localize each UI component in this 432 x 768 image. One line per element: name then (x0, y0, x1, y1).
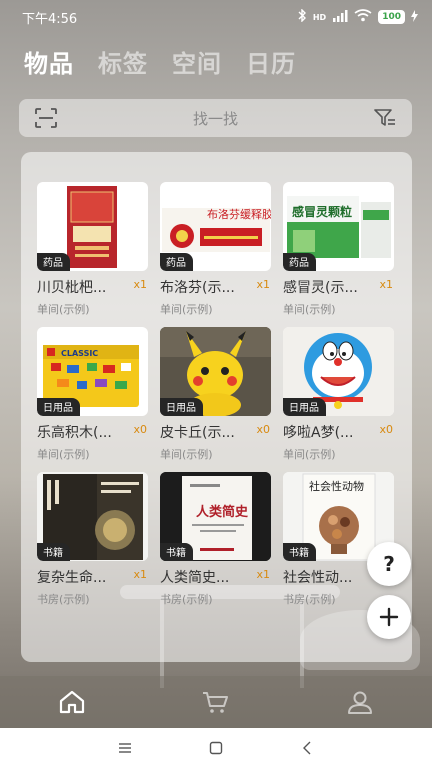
item-thumbnail: 药品 (37, 182, 148, 271)
category-badge: 日用品 (37, 398, 80, 416)
tab-tags[interactable]: 标签 (98, 44, 148, 79)
items-panel: 药品 川贝枇杷... x1 单间(示例) 布洛芬缓释胶囊 药品 布洛芬(示 (21, 152, 412, 662)
item-location: 单间(示例) (283, 303, 336, 316)
item-count: x0 (133, 423, 147, 436)
item-name: 人类简史... (160, 570, 230, 586)
tab-spaces[interactable]: 空间 (172, 44, 222, 79)
tab-items[interactable]: 物品 (24, 44, 74, 79)
item-count: x0 (256, 423, 270, 436)
svg-text:CLASSIC: CLASSIC (61, 349, 98, 358)
nav-home[interactable] (42, 682, 102, 722)
signal-icon (332, 9, 348, 25)
item-name: 感冒灵(示... (283, 280, 358, 296)
item-name: 皮卡丘(示... (160, 425, 235, 441)
item-card[interactable]: CLASSIC 日用品 乐高积木(... x0 单间(示例) (37, 327, 149, 461)
back-arrow-icon (302, 741, 311, 755)
tab-calendar[interactable]: 日历 (246, 44, 296, 79)
item-name: 川贝枇杷... (37, 280, 107, 296)
item-thumbnail: 日用品 (283, 327, 394, 416)
battery-indicator: 100 (378, 10, 405, 24)
system-nav-bar (0, 728, 432, 768)
category-badge: 药品 (160, 253, 193, 271)
status-time: 下午4:56 (22, 11, 78, 27)
wifi-icon (354, 9, 372, 25)
category-badge: 书籍 (160, 543, 193, 561)
item-count: x1 (133, 568, 147, 581)
item-location: 书房(示例) (160, 593, 213, 606)
item-name: 哆啦A梦(... (283, 425, 354, 441)
cart-icon (203, 692, 228, 713)
item-location: 书房(示例) (37, 593, 90, 606)
item-location: 单间(示例) (160, 448, 213, 461)
status-indicators: HD 100 (297, 8, 418, 25)
category-badge: 日用品 (283, 398, 326, 416)
item-location: 书房(示例) (283, 593, 336, 606)
search-input[interactable]: 找一找 (193, 108, 238, 129)
category-badge: 药品 (37, 253, 70, 271)
item-card[interactable]: 日用品 皮卡丘(示... x0 单间(示例) (160, 327, 272, 461)
square-icon (209, 741, 223, 755)
svg-text:社会性动物: 社会性动物 (309, 479, 364, 493)
item-thumbnail: 感冒灵颗粒 药品 (283, 182, 394, 271)
item-thumbnail: 人类简史 书籍 (160, 472, 271, 561)
help-button[interactable]: ? (367, 542, 411, 586)
profile-icon (348, 691, 372, 714)
item-location: 单间(示例) (37, 448, 90, 461)
svg-text:感冒灵颗粒: 感冒灵颗粒 (292, 204, 352, 219)
nav-cart[interactable] (186, 682, 246, 722)
filter-icon[interactable] (374, 108, 396, 128)
item-location: 单间(示例) (283, 448, 336, 461)
item-card[interactable]: 日用品 哆啦A梦(... x0 单间(示例) (283, 327, 395, 461)
item-card[interactable]: 药品 川贝枇杷... x1 单间(示例) (37, 182, 149, 316)
item-count: x1 (256, 278, 270, 291)
item-thumbnail: 书籍 (37, 472, 148, 561)
menu-icon (119, 743, 132, 753)
item-card[interactable]: 社会性动物 书籍 社会性动... x1 书房(示例) (283, 472, 395, 606)
bottom-nav (0, 676, 432, 728)
search-bar[interactable]: 找一找 (19, 99, 412, 137)
item-location: 单间(示例) (37, 303, 90, 316)
item-location: 单间(示例) (160, 303, 213, 316)
category-badge: 日用品 (160, 398, 203, 416)
item-card[interactable]: 感冒灵颗粒 药品 感冒灵(示... x1 单间(示例) (283, 182, 395, 316)
item-name: 社会性动... (283, 570, 353, 586)
status-bar: 下午4:56 HD 100 (0, 0, 432, 34)
item-name: 复杂生命... (37, 570, 107, 586)
item-name: 乐高积木(... (37, 425, 112, 441)
svg-text:人类简史: 人类简史 (196, 504, 249, 520)
charging-icon (411, 9, 418, 25)
item-count: x1 (256, 568, 270, 581)
items-grid: 药品 川贝枇杷... x1 单间(示例) 布洛芬缓释胶囊 药品 布洛芬(示 (37, 182, 395, 606)
plus-icon (379, 607, 399, 627)
item-count: x0 (379, 423, 393, 436)
item-thumbnail: CLASSIC 日用品 (37, 327, 148, 416)
item-thumbnail: 日用品 (160, 327, 271, 416)
item-card[interactable]: 人类简史 书籍 人类简史... x1 书房(示例) (160, 472, 272, 606)
item-card[interactable]: 书籍 复杂生命... x1 书房(示例) (37, 472, 149, 606)
add-item-button[interactable] (367, 595, 411, 639)
signal-hd-label: HD (312, 12, 327, 22)
nav-profile[interactable] (330, 682, 390, 722)
item-count: x1 (379, 278, 393, 291)
item-card[interactable]: 布洛芬缓释胶囊 药品 布洛芬(示... x1 单间(示例) (160, 182, 272, 316)
scan-icon[interactable] (35, 108, 57, 128)
category-badge: 书籍 (37, 543, 70, 561)
item-count: x1 (133, 278, 147, 291)
category-badge: 药品 (283, 253, 316, 271)
item-thumbnail: 布洛芬缓释胶囊 药品 (160, 182, 271, 271)
back-button[interactable] (287, 733, 327, 763)
home-system-button[interactable] (196, 733, 236, 763)
home-icon (59, 690, 85, 714)
item-name: 布洛芬(示... (160, 280, 235, 296)
menu-button[interactable] (105, 733, 145, 763)
bluetooth-icon (297, 8, 307, 25)
top-tabs: 物品 标签 空间 日历 (24, 44, 296, 79)
svg-text:布洛芬缓释胶囊: 布洛芬缓释胶囊 (207, 207, 271, 221)
category-badge: 书籍 (283, 543, 316, 561)
